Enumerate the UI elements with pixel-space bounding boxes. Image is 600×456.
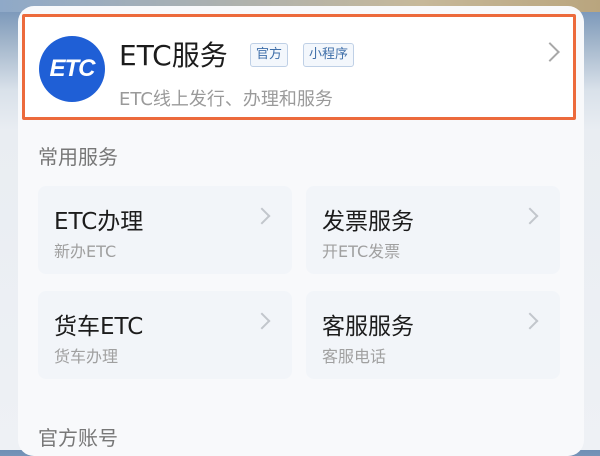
service-name: 发票服务 [322,209,414,235]
service-desc: 开ETC发票 [322,242,401,261]
service-truck-etc[interactable]: 货车ETC 货车办理 [38,291,292,379]
service-subtitle: ETC线上发行、办理和服务 [119,89,333,110]
service-name: 货车ETC [54,314,144,340]
etc-logo-text: ETC [49,55,96,82]
chevron-right-icon [253,207,271,225]
service-customer[interactable]: 客服服务 客服电话 [306,291,560,379]
chevron-right-icon [521,207,539,225]
etc-logo: ETC [39,36,105,102]
section-title-official: 官方账号 [38,426,118,450]
section-title-common: 常用服务 [38,145,118,169]
service-desc: 新办ETC [54,242,117,261]
chevron-right-icon [253,312,271,330]
service-title: ETC服务 [119,39,228,72]
official-tag: 官方 [250,43,289,67]
chevron-right-icon [521,312,539,330]
mini-program-tag: 小程序 [303,43,355,67]
service-name: 客服服务 [322,314,414,340]
service-desc: 货车办理 [54,347,119,366]
service-etc-apply[interactable]: ETC办理 新办ETC [38,186,292,274]
service-invoice[interactable]: 发票服务 开ETC发票 [306,186,560,274]
service-name: ETC办理 [54,209,144,235]
service-desc: 客服电话 [322,347,387,366]
etc-service-header[interactable]: ETC ETC服务 官方 小程序 ETC线上发行、办理和服务 [22,14,576,120]
chevron-right-icon [540,42,560,62]
